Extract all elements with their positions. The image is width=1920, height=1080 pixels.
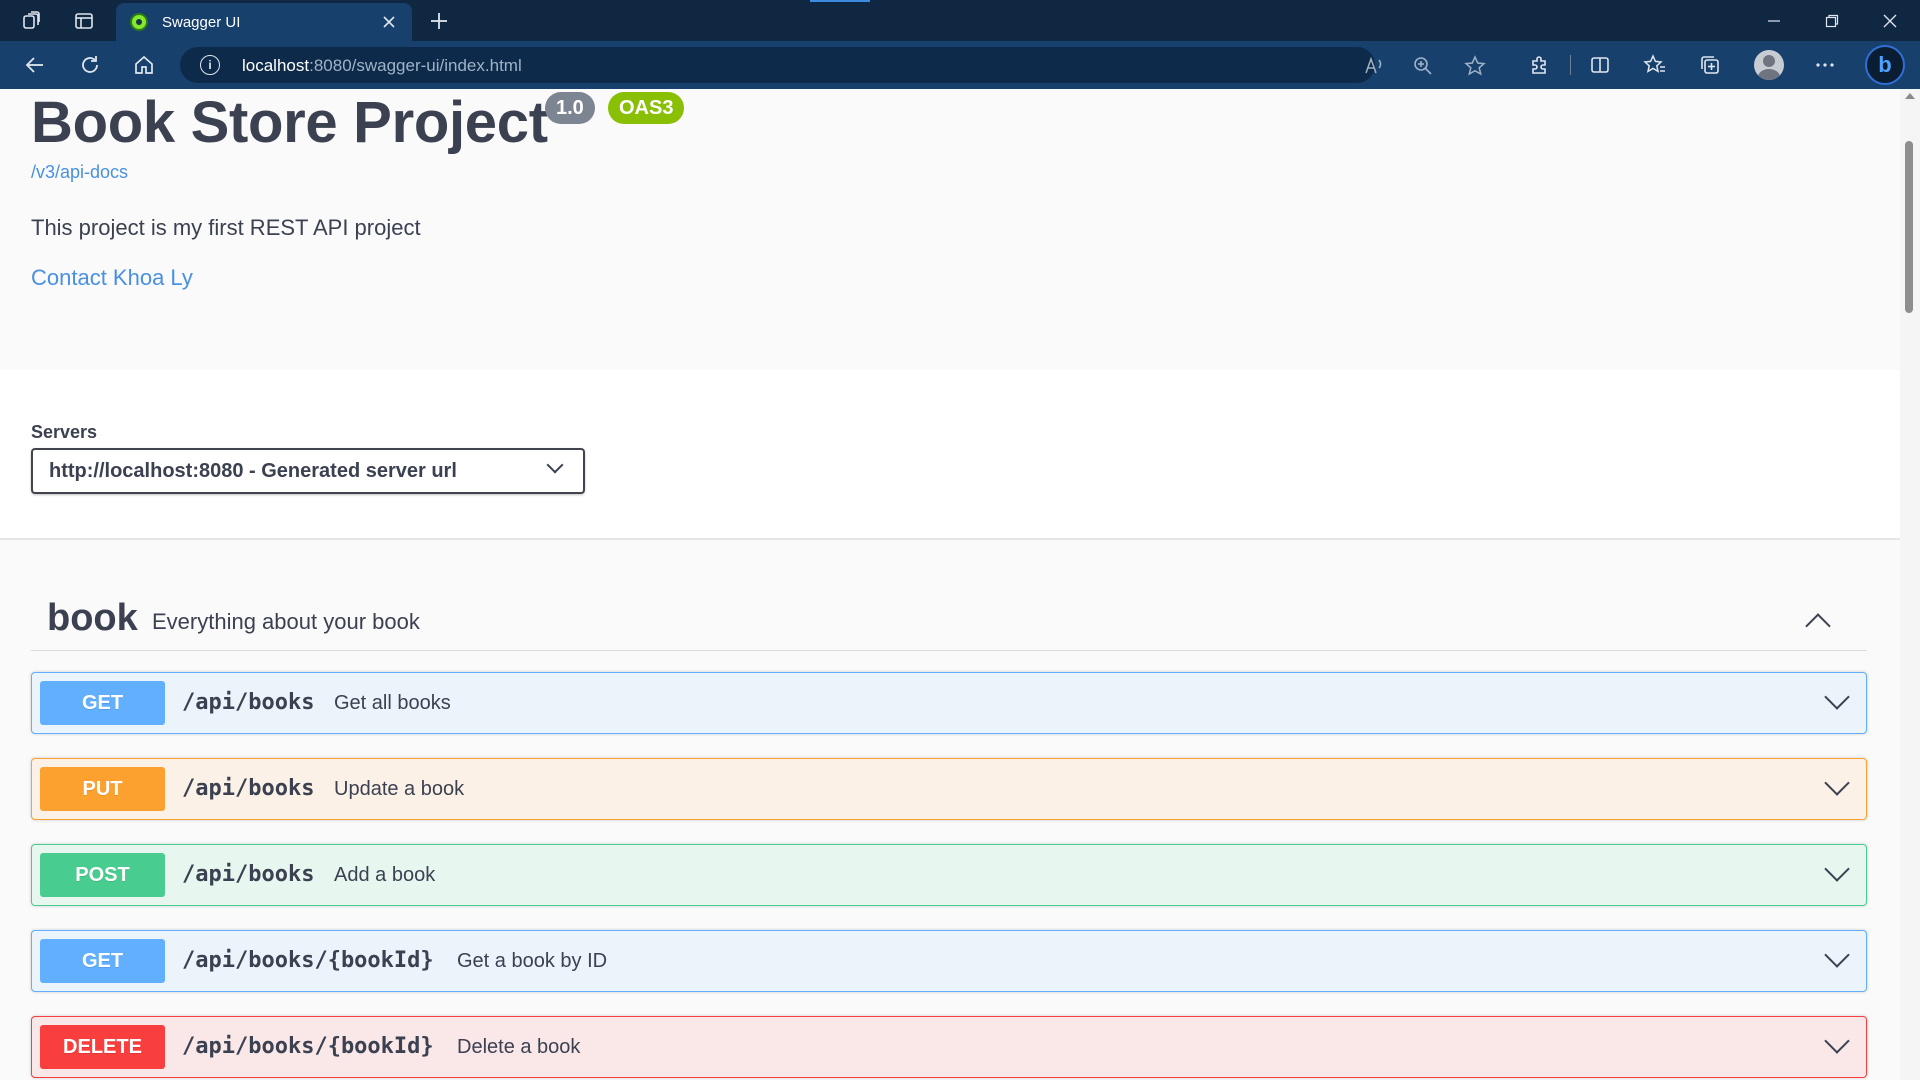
chevron-down-icon	[546, 456, 564, 474]
url-host: localhost	[242, 56, 310, 75]
server-select[interactable]: http://localhost:8080 - Generated server…	[31, 448, 585, 494]
method-badge: DELETE	[40, 1025, 165, 1069]
tab-close-icon[interactable]	[378, 11, 400, 33]
restore-button[interactable]	[1804, 0, 1860, 41]
server-select-value: http://localhost:8080 - Generated server…	[49, 460, 457, 482]
version-badge: 1.0	[545, 92, 595, 124]
tag-section: book Everything about your book GET /api…	[0, 540, 1900, 1080]
scrollbar-thumb[interactable]	[1905, 141, 1913, 313]
titlebar-accent	[810, 0, 870, 2]
url-path: :8080/swagger-ui/index.html	[309, 56, 522, 75]
oas-badge: OAS3	[608, 92, 685, 124]
api-docs-link[interactable]: /v3/api-docs	[31, 162, 128, 183]
method-badge: PUT	[40, 767, 165, 811]
chevron-down-icon[interactable]	[1822, 859, 1852, 889]
tag-description: Everything about your book	[152, 609, 420, 634]
operation-summary: Get a book by ID	[457, 950, 608, 972]
more-options-icon[interactable]	[1809, 50, 1841, 80]
back-button[interactable]	[19, 50, 51, 80]
toolbar-divider	[1570, 55, 1571, 75]
api-info-section: Book Store Project 1.0 OAS3 /v3/api-docs…	[0, 89, 1900, 370]
chevron-down-icon[interactable]	[1822, 1031, 1852, 1061]
method-badge: POST	[40, 853, 165, 897]
api-title: Book Store Project	[31, 90, 548, 155]
tab-swagger-ui[interactable]: Swagger UI	[116, 3, 412, 41]
browser-titlebar: Swagger UI	[0, 0, 1920, 41]
workspaces-icon[interactable]	[19, 8, 45, 34]
method-badge: GET	[40, 939, 165, 983]
operation-path: /api/books/{bookId}	[182, 1034, 434, 1059]
vertical-tabs-icon[interactable]	[71, 8, 97, 34]
contact-link[interactable]: Contact Khoa Ly	[31, 265, 193, 291]
home-button[interactable]	[128, 50, 160, 80]
chevron-down-icon[interactable]	[1822, 687, 1852, 717]
address-bar[interactable]: i localhost:8080/swagger-ui/index.html	[180, 47, 1486, 83]
copilot-icon[interactable]: b	[1865, 45, 1905, 85]
servers-label: Servers	[31, 422, 98, 442]
tab-title: Swagger UI	[162, 13, 241, 31]
page-scrollbar[interactable]	[1900, 89, 1920, 1080]
favorite-star-icon[interactable]	[1462, 54, 1488, 78]
operation-post-books[interactable]: POST /api/books Add a book	[31, 844, 1867, 906]
method-badge: GET	[40, 681, 165, 725]
operation-summary: Get all books	[334, 692, 451, 714]
operation-summary: Delete a book	[457, 1036, 581, 1058]
chevron-up-icon[interactable]	[1802, 605, 1832, 635]
chevron-down-icon[interactable]	[1822, 945, 1852, 975]
operation-path: /api/books	[182, 862, 315, 887]
operation-path: /api/books/{bookId}	[182, 948, 434, 973]
swagger-favicon-icon	[130, 13, 148, 31]
tag-header-book[interactable]: book Everything about your book	[31, 589, 1867, 651]
split-screen-icon[interactable]	[1584, 50, 1616, 80]
minimize-button[interactable]	[1746, 0, 1802, 41]
operation-summary: Update a book	[334, 778, 465, 800]
favorites-icon[interactable]	[1639, 50, 1671, 80]
operation-path: /api/books	[182, 690, 315, 715]
operation-path: /api/books	[182, 776, 315, 801]
page-viewport: Book Store Project 1.0 OAS3 /v3/api-docs…	[0, 89, 1900, 1080]
api-description: This project is my first REST API projec…	[31, 215, 421, 240]
collections-icon[interactable]	[1694, 50, 1726, 80]
operation-put-books[interactable]: PUT /api/books Update a book	[31, 758, 1867, 820]
url-text[interactable]: localhost:8080/swagger-ui/index.html	[242, 56, 522, 76]
read-aloud-icon[interactable]	[1362, 54, 1388, 78]
zoom-icon[interactable]	[1410, 54, 1436, 78]
operation-get-book-by-id[interactable]: GET /api/books/{bookId} Get a book by ID	[31, 930, 1867, 992]
refresh-button[interactable]	[74, 50, 106, 80]
operation-get-books[interactable]: GET /api/books Get all books	[31, 672, 1867, 734]
chevron-down-icon[interactable]	[1822, 773, 1852, 803]
profile-avatar[interactable]	[1754, 50, 1784, 80]
close-window-button[interactable]	[1862, 0, 1918, 41]
operation-summary: Add a book	[334, 864, 436, 886]
extensions-icon[interactable]	[1524, 50, 1556, 80]
site-info-icon[interactable]: i	[200, 55, 220, 75]
tag-name: book	[47, 597, 138, 639]
browser-toolbar: i localhost:8080/swagger-ui/index.html b	[0, 41, 1920, 89]
operation-delete-book[interactable]: DELETE /api/books/{bookId} Delete a book	[31, 1016, 1867, 1078]
new-tab-button[interactable]	[424, 6, 454, 36]
scroll-up-icon[interactable]	[1905, 93, 1915, 99]
